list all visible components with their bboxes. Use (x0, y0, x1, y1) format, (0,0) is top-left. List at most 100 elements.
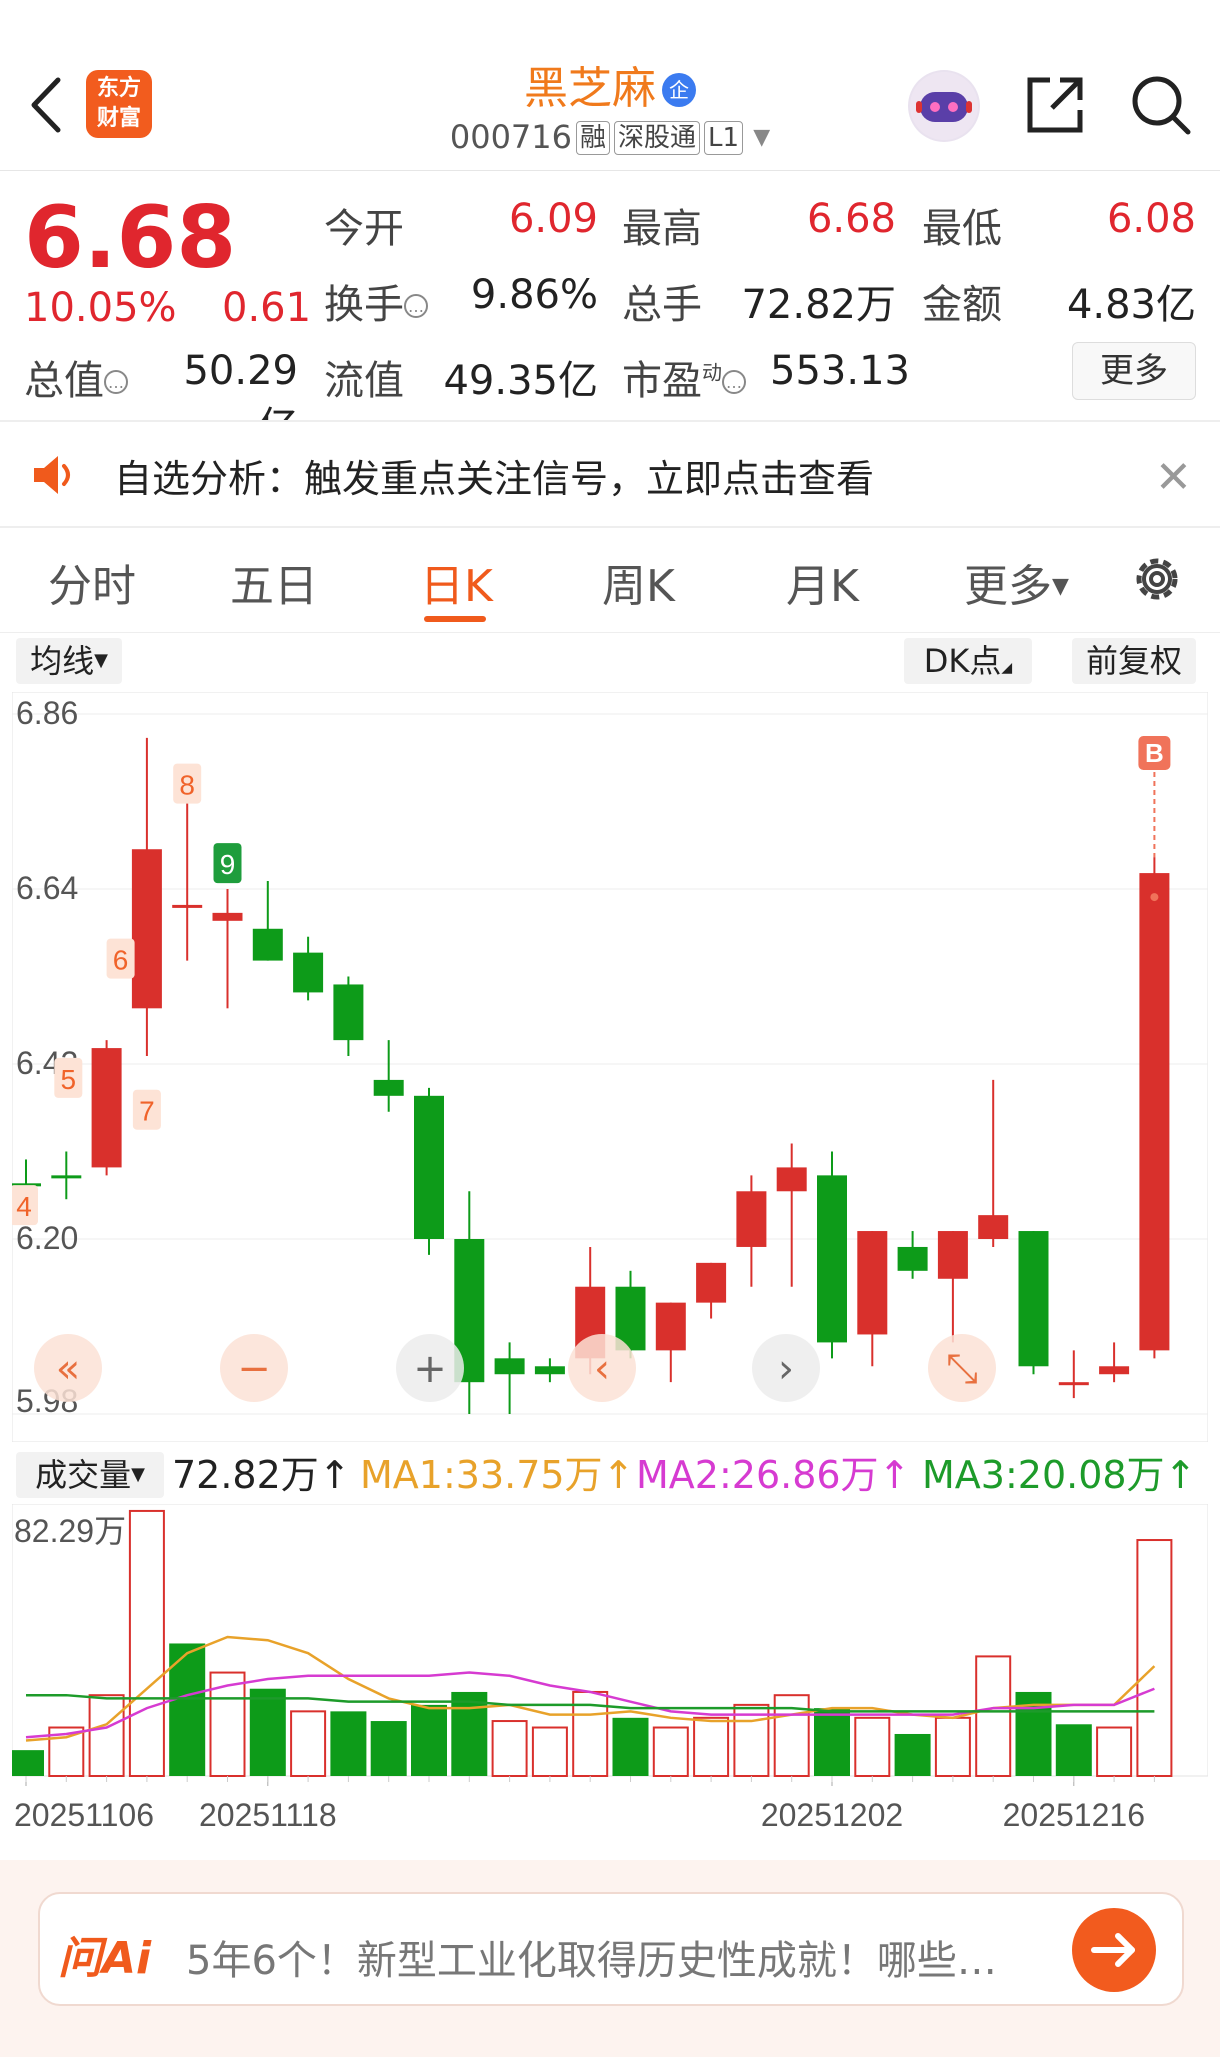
level-tag: L1 (704, 121, 744, 155)
scroll-right-icon[interactable]: › (752, 1334, 820, 1402)
market-cap-label[interactable]: 总值… (24, 348, 128, 406)
ai-robot-icon[interactable] (908, 70, 980, 142)
caret-down-icon[interactable]: ▼ (753, 125, 770, 150)
volume-max-label: 82.29万 (14, 1513, 126, 1549)
volume-bar (370, 1721, 407, 1776)
candle-body (534, 1366, 565, 1375)
volume-selector[interactable]: 成交量▼ (16, 1452, 164, 1498)
candle-body (937, 1231, 968, 1279)
tab-weekly-k[interactable]: 周K (602, 550, 675, 614)
zoom-in-icon[interactable]: + (396, 1334, 464, 1402)
candle-body (414, 1095, 444, 1239)
high-label: 最高 (622, 206, 702, 252)
candle-body (172, 904, 203, 908)
ma-selector-label: 均线 (30, 642, 95, 680)
ask-ai-prompt[interactable]: 5年6个！新型工业化取得历史性成就！哪些… (186, 1928, 1046, 1986)
tab-more[interactable]: 更多▼ (964, 550, 1069, 614)
search-icon[interactable] (1128, 72, 1194, 138)
fullscreen-icon[interactable]: ⤡ (928, 1334, 996, 1402)
volume-bar (1055, 1724, 1092, 1776)
volume-selector-label: 成交量 (35, 1456, 132, 1494)
candle-body (1099, 1366, 1130, 1375)
sequence-marker-label: 4 (16, 1191, 32, 1222)
candle-body (696, 1262, 727, 1303)
scroll-start-icon[interactable]: « (34, 1334, 102, 1402)
tab-intraday[interactable]: 分时 (48, 550, 136, 614)
caret-down-icon: ▼ (131, 1464, 145, 1485)
control-button-glyph: ⤡ (946, 1346, 978, 1392)
active-tab-indicator (424, 616, 486, 622)
candle-body (897, 1246, 928, 1271)
tab-daily-k[interactable]: 日K (420, 550, 493, 614)
adjust-selector[interactable]: 前复权 (1072, 638, 1196, 684)
volume-bar (652, 1726, 689, 1777)
tab-monthly-k[interactable]: 月K (786, 550, 859, 614)
turnover-value: 9.86% (470, 272, 598, 318)
volume-bar (411, 1704, 447, 1776)
volume-bar (12, 1750, 44, 1776)
divider (0, 526, 1220, 528)
tab-five-day[interactable]: 五日 (230, 550, 318, 614)
candle-body (91, 1048, 122, 1168)
x-tick-label: 20251202 (761, 1797, 903, 1833)
volume-bar (854, 1716, 891, 1778)
turnover-label[interactable]: 换手… (324, 272, 428, 330)
volume-bar (975, 1655, 1012, 1777)
volume-today: 72.82万↑ (172, 1453, 351, 1497)
dk-selector[interactable]: DK点◢ (904, 638, 1032, 684)
gear-icon[interactable] (1128, 550, 1186, 608)
close-icon[interactable]: ✕ (1155, 452, 1192, 503)
volume-bar (128, 1509, 165, 1778)
volume-bar (693, 1716, 730, 1778)
y-tick-label: 6.20 (16, 1220, 78, 1256)
change-percent: 10.05% (24, 285, 177, 331)
share-icon[interactable] (1022, 72, 1088, 138)
candle-body (655, 1302, 686, 1351)
candle-body (1018, 1231, 1049, 1367)
open-label: 今开 (324, 206, 404, 252)
volume-bar (1096, 1726, 1133, 1777)
enterprise-badge: 企 (662, 73, 696, 107)
info-icon[interactable]: … (404, 294, 428, 318)
candle-body (857, 1231, 888, 1335)
sequence-marker-label: 7 (139, 1096, 155, 1127)
candle-body (293, 952, 324, 993)
candlestick-chart[interactable]: 6.866.646.426.205.98456789B« − + ‹ › ⤡ (12, 692, 1208, 1442)
volume-value: 72.82万 (741, 282, 896, 328)
buy-marker-dot (1150, 893, 1159, 902)
volume-bar (451, 1691, 488, 1776)
volume-label: 总手 (622, 282, 702, 328)
candle-body (1058, 1382, 1089, 1386)
ma-selector[interactable]: 均线▼ (16, 638, 122, 684)
info-icon[interactable]: … (722, 370, 746, 394)
pe-label[interactable]: 市盈动… (622, 348, 746, 406)
volume-bar (1136, 1539, 1173, 1778)
alert-text[interactable]: 自选分析：触发重点关注信号，立即点击查看 (114, 448, 874, 503)
arrow-right-icon[interactable] (1072, 1908, 1156, 1992)
volume-bar (88, 1694, 125, 1777)
amount-value: 4.83亿 (1066, 282, 1196, 328)
float-cap-value: 49.35亿 (443, 358, 598, 404)
sequence-marker-label: 5 (61, 1064, 77, 1095)
volume-chart[interactable]: 82.29万 20251106 20251118 20251202 20251216 (12, 1504, 1208, 1884)
candle-body (252, 928, 283, 961)
candle-body (736, 1191, 767, 1247)
scroll-left-icon[interactable]: ‹ (568, 1334, 636, 1402)
zoom-out-icon[interactable]: − (220, 1334, 288, 1402)
volume-bar (249, 1688, 286, 1776)
pe-dynamic-mark: 动 (702, 360, 722, 385)
stock-code: 000716 (449, 118, 572, 156)
x-tick-label: 20251106 (14, 1797, 154, 1833)
corner-caret-icon: ◢ (1001, 660, 1013, 676)
caret-down-icon: ▼ (94, 650, 108, 671)
sequence-marker-label: 9 (220, 849, 236, 880)
candle-body (51, 1175, 82, 1179)
control-button-glyph: − (237, 1346, 271, 1392)
candle-body (373, 1079, 404, 1096)
volume-bar (612, 1717, 649, 1776)
pe-label-text: 市盈 (622, 358, 702, 404)
sequence-marker-label: 8 (179, 770, 195, 801)
candle-body (131, 849, 162, 1009)
info-icon[interactable]: … (104, 370, 128, 394)
more-quote-button[interactable]: 更多 (1072, 342, 1196, 400)
